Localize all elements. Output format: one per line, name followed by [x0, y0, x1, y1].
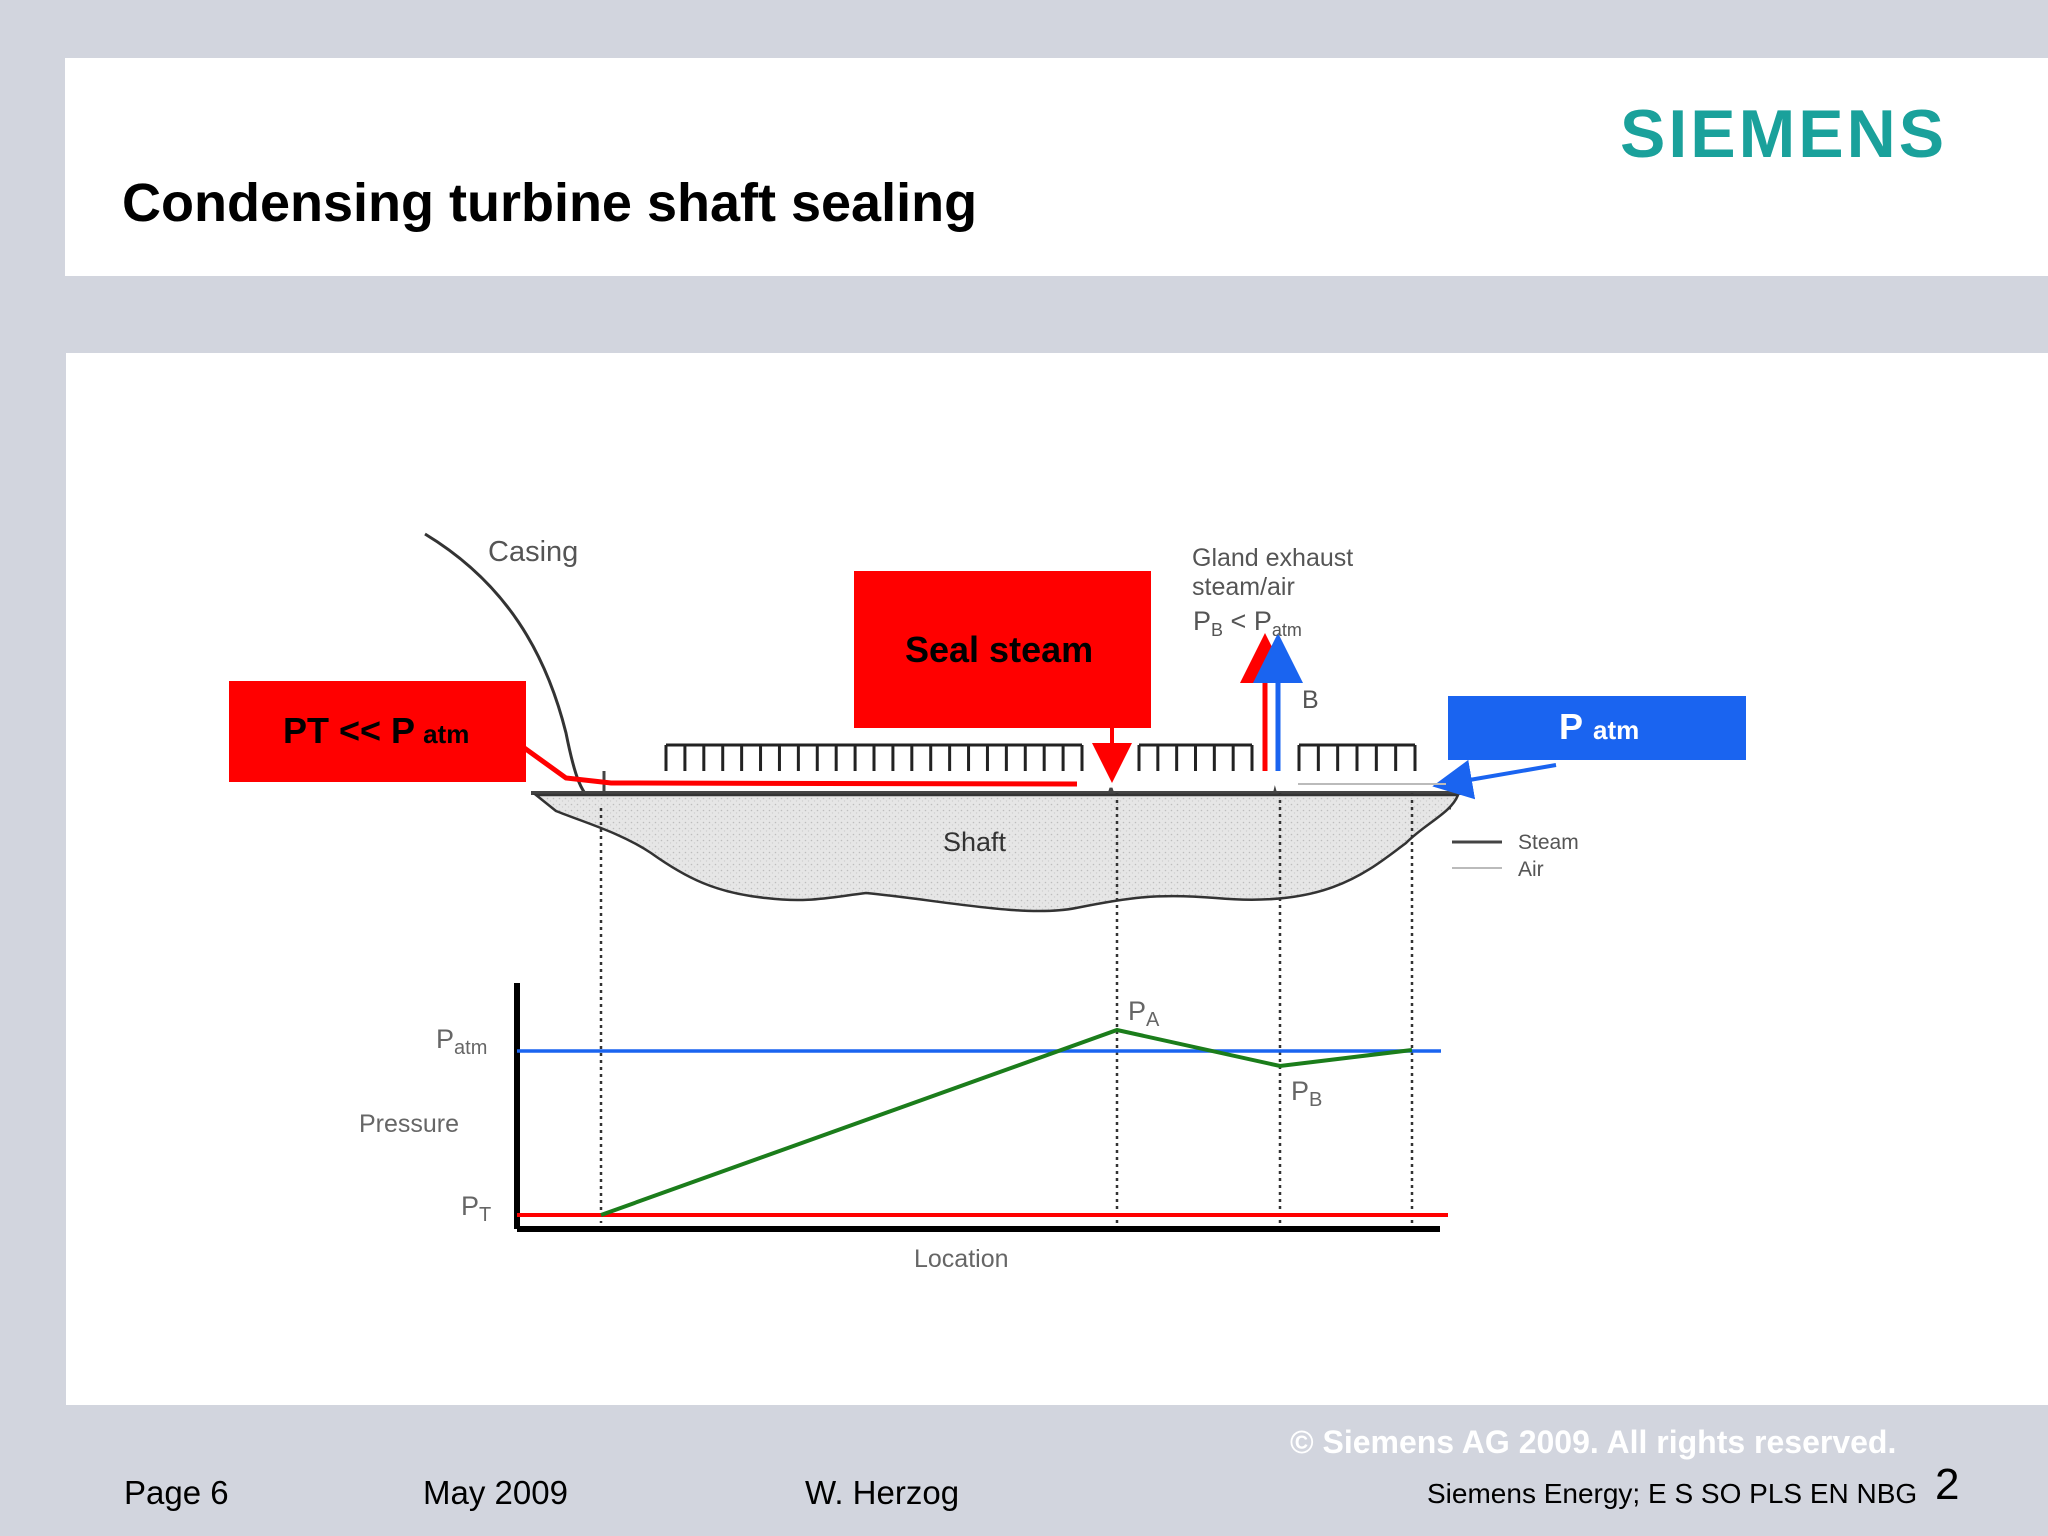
shaft-label: Shaft: [943, 827, 1007, 857]
slide-number: 2: [1935, 1460, 1960, 1509]
copyright-notice: © Siemens AG 2009. All rights reserved.: [1290, 1424, 1897, 1460]
graph-xlabel: Location: [914, 1245, 1009, 1273]
content-panel: Casing Shaft B Gland exhaust steam/air P…: [66, 353, 2048, 1405]
steam-flow-line: [521, 744, 1078, 787]
footer-date: May 2009: [423, 1474, 568, 1511]
graph-pa-label: PA: [1128, 996, 1160, 1031]
footer-author: W. Herzog: [805, 1474, 960, 1511]
siemens-logo: SIEMENS: [1620, 96, 1948, 172]
gland-exhaust-label-line1: Gland exhaust: [1192, 544, 1353, 572]
graph-patm-label: Patm: [436, 1024, 487, 1059]
legend-air-label: Air: [1518, 858, 1544, 881]
footer-page: Page 6: [124, 1474, 229, 1511]
patm-arrow: [1432, 759, 1557, 800]
casing-label: Casing: [488, 536, 578, 568]
seal-steam-callout-label: Seal steam: [905, 629, 1093, 670]
pressure-profile-line: [600, 1027, 1413, 1217]
graph-pt-label: PT: [461, 1191, 491, 1226]
footer-org: Siemens Energy; E S SO PLS EN NBG: [1427, 1478, 1918, 1509]
graph-ylabel: Pressure: [359, 1110, 459, 1138]
graph-pb-label: PB: [1291, 1076, 1322, 1111]
gland-exhaust-label-line2: steam/air: [1192, 573, 1295, 601]
labyrinth-teeth: [664, 743, 1417, 771]
b-label: B: [1302, 686, 1319, 714]
pb-lt-patm-label: PB < Patm: [1193, 606, 1302, 640]
slide-title: Condensing turbine shaft sealing: [122, 173, 978, 233]
shaft-sealing-diagram: Casing Shaft B Gland exhaust steam/air P…: [229, 532, 1746, 1273]
legend-steam-label: Steam: [1518, 831, 1579, 854]
